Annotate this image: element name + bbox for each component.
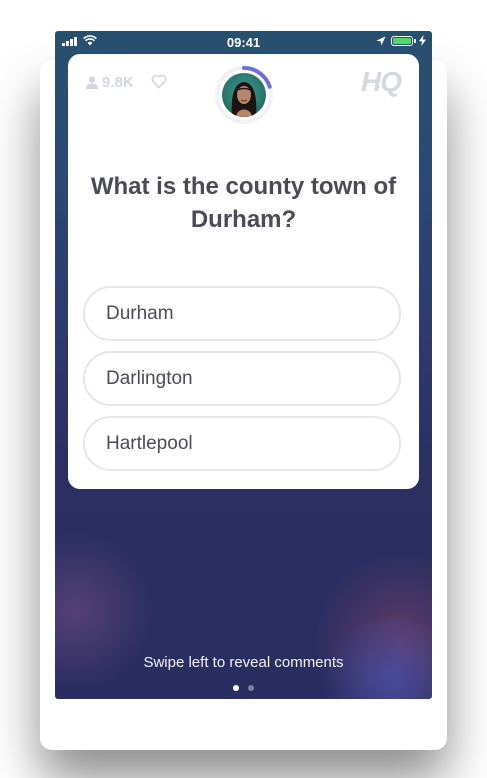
- status-bar: 09:41: [55, 31, 432, 53]
- location-arrow-icon: [376, 36, 386, 46]
- page-dot-2[interactable]: [248, 685, 254, 691]
- answer-label: Darlington: [106, 367, 193, 389]
- answer-label: Hartlepool: [106, 432, 193, 454]
- answer-option-2[interactable]: Darlington: [83, 351, 401, 406]
- answer-option-3[interactable]: Hartlepool: [83, 416, 401, 471]
- answer-label: Durham: [106, 302, 174, 324]
- viewer-count: 9.8K: [86, 74, 134, 91]
- question-text: What is the county town of Durham?: [90, 173, 397, 233]
- question-card: 9.8K HQ What is the county town of Durha…: [68, 54, 419, 489]
- charging-bolt-icon: [419, 35, 426, 46]
- viewer-count-text: 9.8K: [102, 74, 134, 91]
- answer-option-1[interactable]: Durham: [83, 286, 401, 341]
- heart-icon[interactable]: [151, 74, 167, 89]
- battery-tip: [414, 39, 416, 43]
- hq-logo: HQ: [361, 66, 402, 97]
- person-icon: [86, 76, 98, 89]
- phone-screen: 09:41 9.8K HQ What is the county town of…: [55, 31, 432, 699]
- host-avatar: [213, 64, 275, 126]
- page-dot-1[interactable]: [233, 685, 239, 691]
- page-indicator[interactable]: [55, 685, 432, 691]
- swipe-hint: Swipe left to reveal comments: [143, 654, 344, 671]
- avatar: [222, 73, 266, 117]
- battery-icon: [391, 36, 413, 46]
